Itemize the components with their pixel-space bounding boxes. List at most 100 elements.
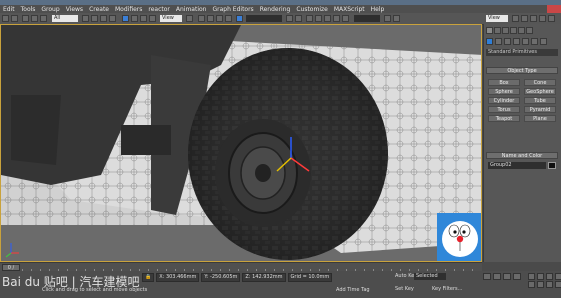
menu-item-group[interactable]: Group: [38, 6, 62, 13]
next-frame-icon[interactable]: [513, 273, 521, 280]
menu-item-customize[interactable]: Customize: [293, 6, 331, 13]
create-sphere-button[interactable]: Sphere: [488, 88, 520, 95]
menu-item-reactor[interactable]: reactor: [145, 6, 173, 13]
object-name-field[interactable]: Group02: [488, 162, 546, 169]
menu-item-edit[interactable]: Edit: [0, 6, 18, 13]
reference-coordinate-dropdown[interactable]: View: [160, 15, 182, 22]
select-by-name-icon[interactable]: [91, 15, 98, 22]
zoom-extents-icon[interactable]: [546, 273, 553, 280]
menu-item-help[interactable]: Help: [368, 6, 388, 13]
create-teapot-button[interactable]: Teapot: [488, 115, 520, 122]
key-filters-button[interactable]: Key Filters...: [432, 286, 462, 292]
field-of-view-icon[interactable]: [528, 281, 535, 288]
selection-filter-dropdown[interactable]: All: [52, 15, 78, 22]
angle-snap-icon[interactable]: [207, 15, 214, 22]
zoom-all-icon[interactable]: [537, 273, 544, 280]
close-window-button[interactable]: [547, 5, 561, 13]
spinner-snap-icon[interactable]: [225, 15, 232, 22]
menu-item-tools[interactable]: Tools: [18, 6, 39, 13]
hierarchy-tab[interactable]: [502, 27, 509, 34]
select-and-scale-icon[interactable]: [140, 15, 147, 22]
pivot-center-icon[interactable]: [186, 15, 193, 22]
zoom-extents-all-icon[interactable]: [555, 273, 561, 280]
zoom-icon[interactable]: [528, 273, 535, 280]
create-torus-button[interactable]: Torus: [488, 106, 520, 113]
view-dropdown[interactable]: View: [486, 15, 508, 22]
pan-icon[interactable]: [537, 281, 544, 288]
toolbar-extra-icon-4[interactable]: [539, 15, 546, 22]
perspective-viewport[interactable]: [0, 24, 482, 262]
quick-render-icon[interactable]: [384, 15, 391, 22]
create-pyramid-button[interactable]: Pyramid: [524, 106, 556, 113]
menu-item-rendering[interactable]: Rendering: [257, 6, 294, 13]
rect-selection-icon[interactable]: [100, 15, 107, 22]
time-slider[interactable]: 0 / 100: [2, 264, 20, 278]
systems-icon[interactable]: [540, 38, 547, 45]
orbit-icon[interactable]: [546, 281, 553, 288]
select-and-move-icon[interactable]: [122, 15, 129, 22]
lights-icon[interactable]: [504, 38, 511, 45]
maximize-viewport-icon[interactable]: [555, 281, 561, 288]
z-coordinate-field[interactable]: Z: 142.932mm: [242, 273, 286, 282]
name-color-rollout[interactable]: Name and Color: [486, 152, 558, 159]
object-color-swatch[interactable]: [548, 162, 556, 169]
select-and-manipulate-icon[interactable]: [149, 15, 156, 22]
mirror-icon[interactable]: [286, 15, 293, 22]
menu-item-modifiers[interactable]: Modifiers: [112, 6, 145, 13]
geometry-icon[interactable]: [486, 38, 493, 45]
cameras-icon[interactable]: [513, 38, 520, 45]
modify-tab[interactable]: [494, 27, 501, 34]
toolbar-extra-icon-3[interactable]: [530, 15, 537, 22]
helpers-icon[interactable]: [522, 38, 529, 45]
y-coordinate-field[interactable]: Y: -250.605m: [201, 273, 241, 282]
key-mode-dropdown[interactable]: Selected: [414, 273, 446, 280]
create-tab[interactable]: [486, 27, 493, 34]
named-selection-set-field[interactable]: [246, 15, 282, 22]
material-editor-icon[interactable]: [333, 15, 340, 22]
motion-tab[interactable]: [510, 27, 517, 34]
edit-named-selection-icon[interactable]: [236, 15, 243, 22]
menu-item-views[interactable]: Views: [63, 6, 86, 13]
goto-start-icon[interactable]: [483, 273, 491, 280]
redo-icon[interactable]: [11, 15, 18, 22]
display-tab[interactable]: [518, 27, 525, 34]
play-icon[interactable]: [503, 273, 511, 280]
lock-selection-icon[interactable]: 🔒: [142, 273, 155, 282]
snaps-toggle-icon[interactable]: [198, 15, 205, 22]
bind-spacewarp-icon[interactable]: [40, 15, 47, 22]
select-and-rotate-icon[interactable]: [131, 15, 138, 22]
create-plane-button[interactable]: Plane: [524, 115, 556, 122]
window-crossing-icon[interactable]: [109, 15, 116, 22]
toolbar-extra-icon[interactable]: [512, 15, 519, 22]
spacewarps-icon[interactable]: [531, 38, 538, 45]
toolbar-extra-icon-5[interactable]: [548, 15, 555, 22]
primitive-category-dropdown[interactable]: Standard Primitives: [486, 49, 558, 56]
render-last-icon[interactable]: [393, 15, 400, 22]
percent-snap-icon[interactable]: [216, 15, 223, 22]
set-key-button[interactable]: Set Key: [395, 286, 414, 292]
undo-icon[interactable]: [2, 15, 9, 22]
create-cone-button[interactable]: Cone: [524, 79, 556, 86]
render-setup-icon[interactable]: [342, 15, 349, 22]
previous-frame-icon[interactable]: [493, 273, 501, 280]
unlink-icon[interactable]: [31, 15, 38, 22]
add-time-tag-button[interactable]: Add Time Tag: [336, 287, 370, 293]
create-cylinder-button[interactable]: Cylinder: [488, 97, 520, 104]
select-object-icon[interactable]: [82, 15, 89, 22]
menu-item-animation[interactable]: Animation: [173, 6, 210, 13]
create-tube-button[interactable]: Tube: [524, 97, 556, 104]
object-type-rollout[interactable]: Object Type: [486, 67, 558, 74]
shapes-icon[interactable]: [495, 38, 502, 45]
utilities-tab[interactable]: [526, 27, 533, 34]
menu-item-maxscript[interactable]: MAXScript: [331, 6, 368, 13]
menu-item-create[interactable]: Create: [86, 6, 112, 13]
create-geosphere-button[interactable]: GeoSphere: [524, 88, 556, 95]
x-coordinate-field[interactable]: X: 303.466mm: [156, 273, 200, 282]
menu-item-graph-editors[interactable]: Graph Editors: [209, 6, 256, 13]
link-icon[interactable]: [22, 15, 29, 22]
align-icon[interactable]: [295, 15, 302, 22]
create-box-button[interactable]: Box: [488, 79, 520, 86]
toolbar-extra-icon-2[interactable]: [521, 15, 528, 22]
curve-editor-icon[interactable]: [315, 15, 322, 22]
render-type-dropdown[interactable]: [354, 15, 380, 22]
